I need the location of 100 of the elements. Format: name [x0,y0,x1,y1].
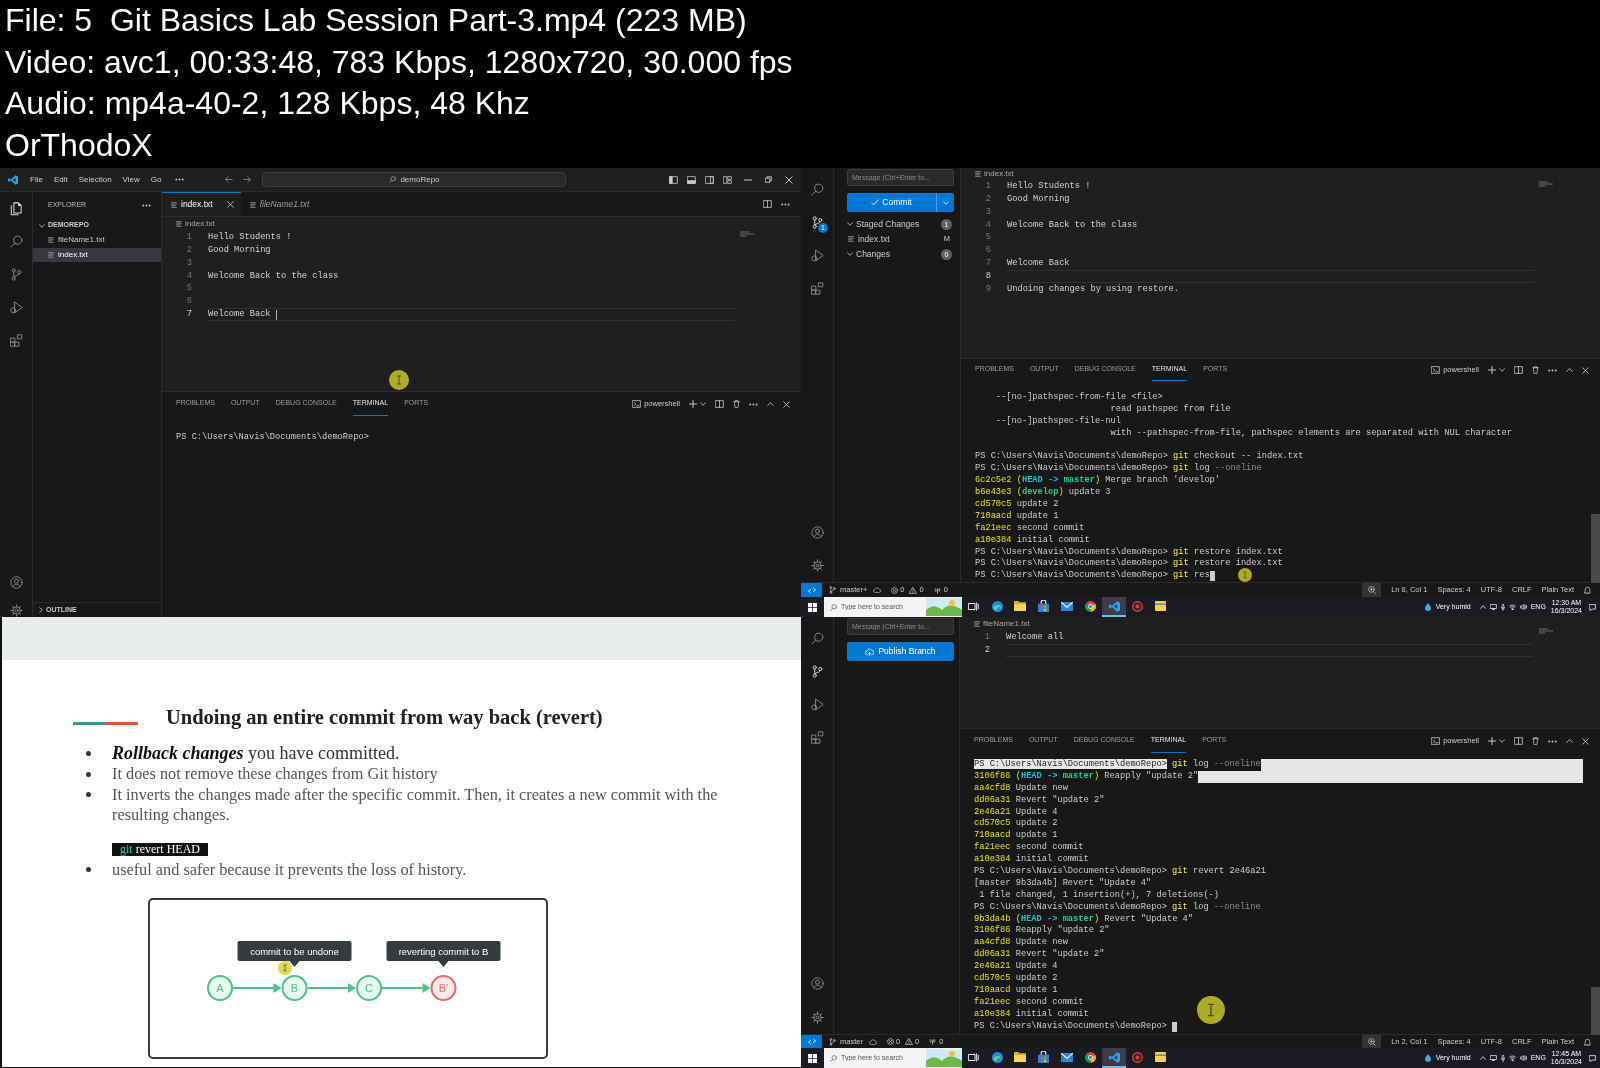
cursor-highlight-icon [278,961,292,975]
more-icon[interactable] [781,202,790,206]
close-icon[interactable] [783,400,790,408]
account-icon[interactable] [810,976,824,990]
breadcrumb-item[interactable]: index.txt [984,168,1014,180]
panel-toggle-icon[interactable] [687,175,696,184]
plus-icon[interactable] [689,400,697,408]
more-icon[interactable] [1548,368,1557,372]
cloud-icon[interactable] [868,1038,877,1045]
trash-icon[interactable] [733,400,740,408]
breadcrumb-item[interactable]: index.txt [185,218,215,230]
restore-icon[interactable] [765,176,772,183]
scrollbar-thumb[interactable] [1591,987,1600,1035]
chevron-down-icon[interactable] [39,223,45,228]
menu-item[interactable]: Edit [53,173,68,186]
branch-icon[interactable] [811,216,823,229]
monitor-icon[interactable] [1489,604,1497,610]
blocks-icon[interactable] [810,731,824,744]
shopping-bag-icon [1038,600,1050,612]
microphone-icon[interactable] [1500,603,1505,611]
plus-icon[interactable] [1488,737,1496,745]
wifi-icon[interactable] [1508,604,1516,610]
editor-tab[interactable]: fileName1.txt [240,192,317,216]
remote-icon [807,586,816,594]
close-icon[interactable] [226,201,234,208]
chevron-up-icon[interactable] [1566,368,1573,372]
menu-item[interactable]: Selection [78,173,112,186]
blocks-icon[interactable] [810,282,824,295]
code-line: Good Morning [208,243,271,257]
menu-item[interactable]: Go [150,173,162,186]
minimize-icon[interactable] [744,178,752,181]
account-icon[interactable] [810,526,824,539]
search-icon[interactable] [9,235,23,248]
speaker-icon[interactable] [1519,1055,1527,1061]
search-icon[interactable] [810,632,824,645]
back-arrow-icon[interactable] [225,176,234,183]
breadcrumb-item[interactable]: fileName1.txt [983,618,1030,630]
notification-icon[interactable] [1589,1054,1596,1062]
landscape-drawing [926,598,962,616]
split-layout-icon[interactable] [705,175,714,184]
chevron-up-icon[interactable] [1566,739,1573,743]
branch-icon[interactable] [811,665,823,678]
tree-item[interactable]: fileName1.txt [33,233,161,248]
weather-drop-icon[interactable] [1424,603,1431,611]
settings-icon[interactable] [810,1010,824,1024]
play-icon[interactable] [810,249,824,262]
chevron-up-icon[interactable] [767,402,774,406]
chevron-down-icon[interactable] [1499,368,1505,372]
monitor-icon[interactable] [1489,1055,1497,1061]
zoom-button[interactable] [1362,583,1382,597]
more-icon[interactable] [142,203,151,207]
sidebar-toggle-icon[interactable] [669,175,678,184]
trash-icon[interactable] [1532,366,1539,374]
notification-icon[interactable] [1589,603,1596,611]
commit-button[interactable]: Commit [847,193,936,212]
trash-icon[interactable] [1532,737,1539,745]
more-icon[interactable] [749,402,758,406]
command-center-search[interactable]: demoRepo [262,172,567,187]
chevron-down-icon[interactable] [847,222,853,226]
wifi-icon[interactable] [1508,1055,1516,1061]
more-icon[interactable] [1548,739,1557,743]
terminal-line: PS C:\Users\Navis\Documents\demoRepo> git res [975,570,1210,582]
scrollbar-thumb[interactable] [1591,514,1600,583]
blocks-icon[interactable] [9,334,23,347]
menu-item[interactable]: File [30,173,43,186]
menu-item[interactable]: View [122,173,140,186]
chevron-down-icon[interactable] [1499,739,1505,743]
documents-icon[interactable] [10,201,22,216]
close-icon[interactable] [1582,737,1589,745]
forward-arrow-icon[interactable] [243,176,252,183]
start-icon[interactable] [808,1053,817,1063]
chevron-down-icon[interactable] [700,402,706,406]
publish-branch-button[interactable]: Publish Branch [847,642,954,661]
cloud-icon[interactable] [873,587,882,593]
editor-tab[interactable]: index.txt [162,192,241,216]
weather-drop-icon[interactable] [1424,1054,1431,1062]
start-icon[interactable] [808,602,817,612]
more-icon[interactable] [175,178,185,181]
split-icon[interactable] [763,200,772,208]
zoom-button[interactable] [1362,1035,1382,1048]
account-icon[interactable] [9,575,23,589]
layout-grid-icon[interactable] [723,175,732,184]
tree-item[interactable]: index.txt [33,247,161,262]
microphone-icon[interactable] [1500,1054,1505,1062]
bell-icon[interactable] [1584,586,1591,594]
settings-icon[interactable] [9,603,23,617]
split-icon[interactable] [1514,366,1523,374]
search-icon[interactable] [810,183,824,196]
play-icon[interactable] [9,301,23,314]
split-icon[interactable] [715,400,724,408]
play-icon[interactable] [810,698,824,711]
split-icon[interactable] [1514,737,1523,745]
bell-icon[interactable] [1584,1037,1591,1046]
speaker-icon[interactable] [1519,604,1527,610]
chevron-down-icon[interactable] [847,252,853,256]
plus-icon[interactable] [1488,366,1496,374]
close-icon[interactable] [1582,366,1589,374]
close-icon[interactable] [785,175,793,184]
chevron-right-icon[interactable] [39,607,43,613]
settings-icon[interactable] [810,559,824,572]
